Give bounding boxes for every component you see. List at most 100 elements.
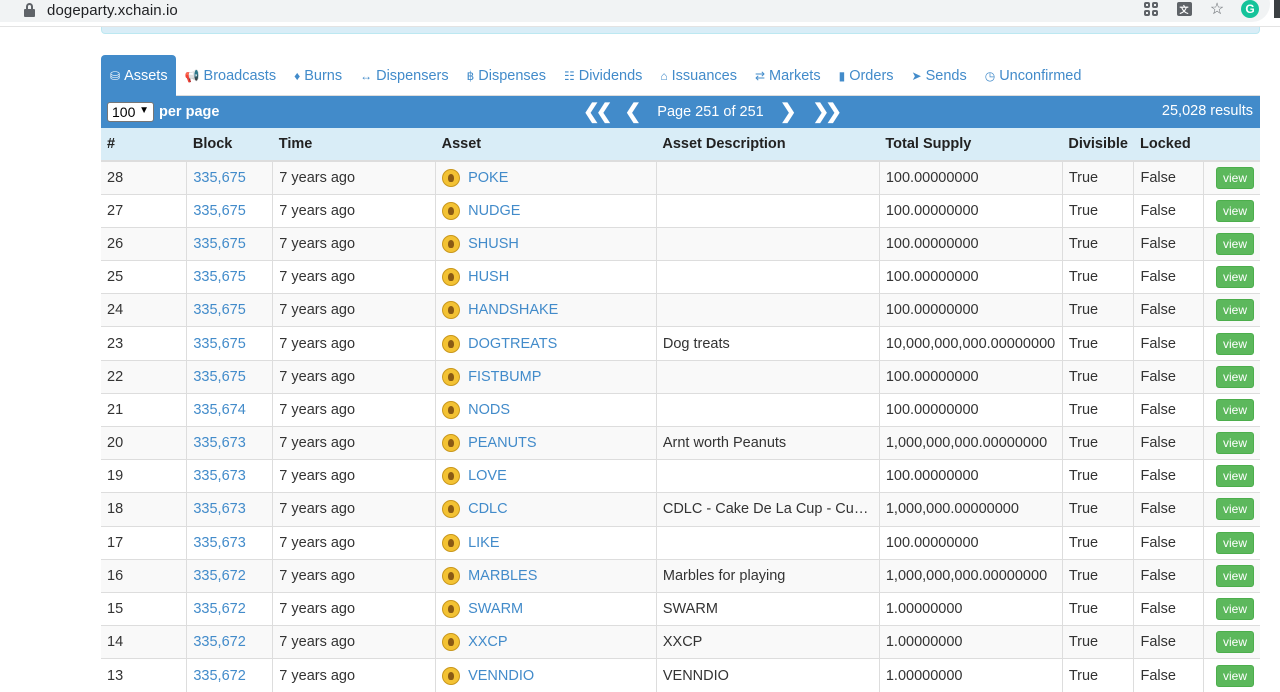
view-button[interactable]: view <box>1215 465 1254 488</box>
view-button[interactable]: view <box>1215 232 1254 255</box>
star-icon[interactable]: ☆ <box>1208 0 1226 18</box>
block-link[interactable]: 335,673 <box>186 525 274 560</box>
row-number: 14 <box>101 625 188 659</box>
block-link[interactable]: 335,675 <box>186 359 274 394</box>
tab-sends[interactable]: ➤ Sends <box>903 55 976 96</box>
sitemap-icon: ☷ <box>563 68 575 83</box>
asset-link[interactable]: NUDGE <box>468 203 520 219</box>
block-link[interactable]: 335,672 <box>186 591 274 626</box>
tab-assets[interactable]: ⛁ Assets <box>101 55 176 96</box>
tab-broadcasts[interactable]: 📢 Broadcasts <box>176 55 286 96</box>
view-button[interactable]: view <box>1215 365 1254 388</box>
row-number: 15 <box>101 591 188 626</box>
view-button[interactable]: view <box>1215 299 1254 322</box>
view-button[interactable]: view <box>1215 332 1254 355</box>
asset-link[interactable]: HUSH <box>468 269 509 285</box>
tab-label: Unconfirmed <box>999 67 1082 84</box>
block-link[interactable]: 335,672 <box>186 625 274 659</box>
block-link[interactable]: 335,673 <box>186 459 274 493</box>
prev-page-icon[interactable]: ❮ <box>625 102 642 122</box>
translate-icon[interactable]: 文 <box>1175 0 1193 18</box>
col-header-divisible[interactable]: Divisible <box>1062 128 1134 162</box>
block-link[interactable]: 335,672 <box>186 658 274 692</box>
chevron-down-icon: ▼ <box>139 105 149 116</box>
tab-dispenses[interactable]: ฿ Dispenses <box>458 55 555 96</box>
table-row: 28 335,675 7 years ago POKE 100.00000000 True… <box>101 160 1260 195</box>
block-link[interactable]: 335,675 <box>186 326 274 361</box>
block-link[interactable]: 335,673 <box>186 425 274 460</box>
col-header-description[interactable]: Asset Description <box>656 128 880 162</box>
view-button[interactable]: view <box>1215 199 1254 222</box>
block-link[interactable]: 335,675 <box>186 193 274 228</box>
col-header-num[interactable]: # <box>101 128 187 162</box>
asset-link[interactable]: XXCP <box>468 634 508 650</box>
col-header-locked[interactable]: Locked <box>1133 128 1204 162</box>
block-link[interactable]: 335,675 <box>186 260 274 294</box>
tab-markets[interactable]: ⇄ Markets <box>746 55 830 96</box>
tab-label: Dividends <box>578 67 643 84</box>
supply-cell: 100.00000000 <box>879 392 1063 427</box>
locked-cell: False <box>1133 591 1205 626</box>
asset-link[interactable]: HANDSHAKE <box>468 302 558 318</box>
view-button[interactable]: view <box>1215 531 1254 554</box>
block-link[interactable]: 335,675 <box>186 293 274 327</box>
block-link[interactable]: 335,675 <box>186 160 274 195</box>
asset-link[interactable]: POKE <box>468 170 508 186</box>
col-header-asset[interactable]: Asset <box>435 128 657 162</box>
divisible-cell: True <box>1062 459 1135 493</box>
url-row[interactable]: dogeparty.xchain.io <box>24 0 178 20</box>
view-button[interactable]: view <box>1215 432 1254 455</box>
view-button[interactable]: view <box>1215 166 1254 189</box>
row-number: 27 <box>101 193 188 228</box>
asset-link[interactable]: CDLC <box>468 501 507 517</box>
view-button[interactable]: view <box>1215 398 1254 421</box>
asset-link[interactable]: SWARM <box>468 601 523 617</box>
row-number: 18 <box>101 492 188 527</box>
supply-cell: 100.00000000 <box>879 160 1063 195</box>
asset-link[interactable]: LIKE <box>468 535 499 551</box>
asset-link[interactable]: NODS <box>468 402 510 418</box>
address-bar[interactable] <box>0 0 1270 22</box>
view-button[interactable]: view <box>1215 598 1254 621</box>
col-header-supply[interactable]: Total Supply <box>879 128 1063 162</box>
view-button[interactable]: view <box>1215 664 1254 687</box>
divisible-cell: True <box>1062 226 1135 261</box>
asset-link[interactable]: LOVE <box>468 468 507 484</box>
lock-icon[interactable] <box>24 3 35 17</box>
divisible-cell: True <box>1062 392 1135 427</box>
block-link[interactable]: 335,673 <box>186 492 274 527</box>
grammarly-icon[interactable]: G <box>1241 0 1259 18</box>
col-header-time[interactable]: Time <box>272 128 436 162</box>
col-header-block[interactable]: Block <box>186 128 273 162</box>
block-link[interactable]: 335,674 <box>186 392 274 427</box>
tab-orders[interactable]: ▮ Orders <box>830 55 903 96</box>
last-page-icon[interactable]: ❯❯ <box>812 102 841 122</box>
tab-issuances[interactable]: ⌂ Issuances <box>651 55 746 96</box>
tab-burns[interactable]: ♦ Burns <box>285 55 351 96</box>
divisible-cell: True <box>1062 425 1135 460</box>
fire-icon: ♦ <box>294 68 301 83</box>
tab-dividends[interactable]: ☷ Dividends <box>555 55 651 96</box>
tab-dispensers[interactable]: ↔ Dispensers <box>351 55 458 96</box>
divisible-cell: True <box>1062 293 1135 327</box>
block-link[interactable]: 335,675 <box>186 226 274 261</box>
next-page-icon[interactable]: ❯ <box>780 102 797 122</box>
first-page-icon[interactable]: ❮❮ <box>583 102 612 122</box>
block-link[interactable]: 335,672 <box>186 558 274 593</box>
asset-link[interactable]: PEANUTS <box>468 435 537 451</box>
apps-icon[interactable] <box>1142 0 1160 18</box>
asset-link[interactable]: MARBLES <box>468 568 537 584</box>
locked-cell: False <box>1133 625 1205 659</box>
view-button[interactable]: view <box>1215 564 1254 587</box>
asset-link[interactable]: SHUSH <box>468 236 519 252</box>
view-button[interactable]: view <box>1215 266 1254 289</box>
view-button[interactable]: view <box>1215 631 1254 654</box>
tab-unconfirmed[interactable]: ◷ Unconfirmed <box>976 55 1091 96</box>
per-page-select[interactable]: 100 ▼ <box>107 102 154 122</box>
view-button[interactable]: view <box>1215 498 1254 521</box>
asset-link[interactable]: VENNDIO <box>468 668 534 684</box>
table-row: 16 335,672 7 years ago MARBLES Marbles for p… <box>101 558 1260 593</box>
asset-link[interactable]: FISTBUMP <box>468 369 541 385</box>
url-text[interactable]: dogeparty.xchain.io <box>47 2 178 19</box>
asset-link[interactable]: DOGTREATS <box>468 336 557 352</box>
